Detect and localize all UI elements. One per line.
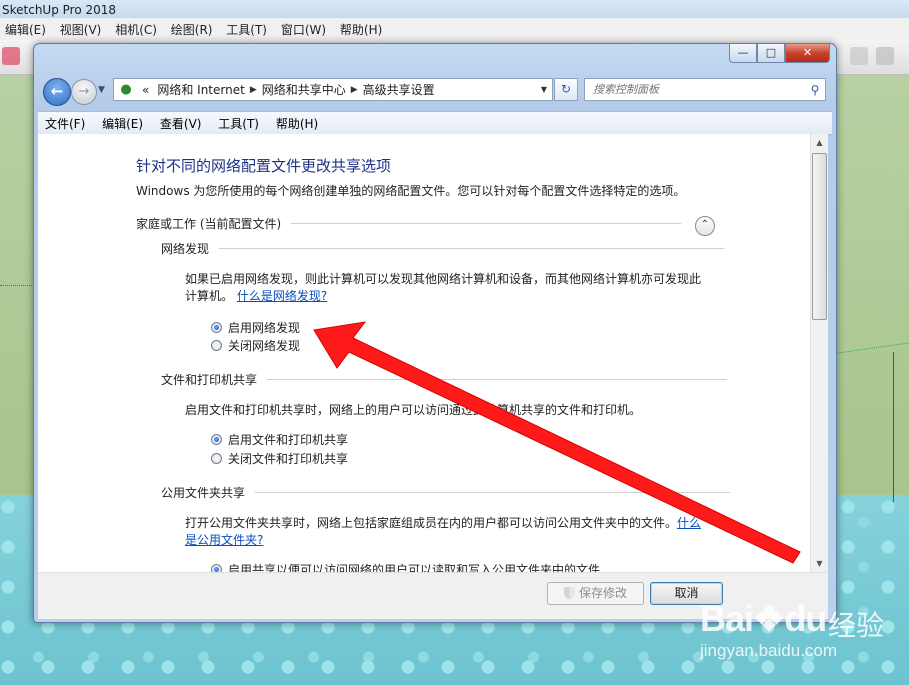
sketchup-title-bar: SketchUp Pro 2018 [0,0,909,20]
radio-label[interactable]: 启用共享以便可以访问网络的用户可以读取和写入公用文件夹中的文件 [228,561,600,572]
profile-header[interactable]: 家庭或工作 (当前配置文件) [136,215,682,232]
search-box[interactable]: ⚲ [584,78,826,101]
what-is-public-folder-link-part2[interactable]: 是公用文件夹? [185,533,263,547]
network-discovery-line2: 计算机。 什么是网络发现? [185,288,701,305]
sketchup-menu-help[interactable]: 帮助(H) [335,18,387,41]
radio-label[interactable]: 启用文件和打印机共享 [228,431,348,448]
page-description: Windows 为您所使用的每个网络创建单独的网络配置文件。您可以针对每个配置文… [136,184,686,198]
breadcrumb-separator-icon[interactable]: ▶ [350,85,359,95]
sketchup-menu-view[interactable]: 视图(V) [55,18,107,41]
radio-label[interactable]: 启用网络发现 [228,319,300,336]
radio-unselected-icon[interactable] [211,340,222,351]
sketchup-menu-tools[interactable]: 工具(T) [221,18,272,41]
breadcrumb-network-center[interactable]: 网络和共享中心 [258,81,350,98]
radio-label[interactable]: 关闭网络发现 [228,337,300,354]
pencil-icon[interactable] [2,47,20,65]
public-folder-sharing-heading: 公用文件夹共享 [161,486,246,500]
radio-unselected-icon[interactable] [211,453,222,464]
divider [219,248,725,249]
menu-file[interactable]: 文件(F) [38,112,91,132]
page-title: 针对不同的网络配置文件更改共享选项 [136,157,392,175]
breadcrumb-network-internet[interactable]: 网络和 Internet [153,81,248,98]
tool-icon[interactable] [850,47,868,65]
sketchup-menu-camera[interactable]: 相机(C) [110,18,162,41]
address-bar[interactable]: ● « 网络和 Internet ▶ 网络和共享中心 ▶ 高级共享设置 ▼ [113,78,553,101]
network-discovery-text: 如果已启用网络发现，则此计算机可以发现其他网络计算机和设备，而其他网络计算机亦可… [185,271,701,305]
sketchup-title: SketchUp Pro 2018 [2,3,117,17]
watermark-brand-bai: Bai [700,598,754,639]
paw-icon: ❖ [753,598,785,639]
what-is-network-discovery-link[interactable]: 什么是网络发现? [237,289,327,303]
baidu-jingyan-watermark: Bai❖du 经验 jingyan.baidu.com [700,598,905,683]
divider [255,492,731,493]
watermark-brand-du: du [784,598,827,639]
radio-selected-icon[interactable] [211,564,222,572]
radio-enable-public-folder-sharing[interactable]: 启用共享以便可以访问网络的用户可以读取和写入公用文件夹中的文件 [211,561,600,572]
content-pane: 针对不同的网络配置文件更改共享选项 Windows 为您所使用的每个网络创建单独… [38,134,828,572]
radio-disable-file-printer-sharing[interactable]: 关闭文件和打印机共享 [211,450,348,467]
scroll-down-icon[interactable]: ▼ [811,555,828,572]
watermark-brand-cn: 经验 [828,609,885,642]
sketchup-menu-bar: 编辑(E) 视图(V) 相机(C) 绘图(R) 工具(T) 窗口(W) 帮助(H… [0,18,909,41]
public-folder-line1: 打开公用文件夹共享时，网络上包括家庭组成员在内的用户都可以访问公用文件夹中的文件… [185,515,701,532]
network-discovery-line2-text: 计算机。 [185,289,234,303]
sketchup-menu-edit[interactable]: 编辑(E) [0,18,51,41]
menu-edit[interactable]: 编辑(E) [95,112,149,132]
breadcrumb-separator-icon[interactable]: ▶ [249,85,258,95]
divider [291,223,682,224]
minimize-button[interactable]: — [729,44,757,63]
menu-help[interactable]: 帮助(H) [269,112,324,132]
back-arrow-icon[interactable]: ← [43,78,71,106]
address-dropdown-icon[interactable]: ▼ [536,85,552,94]
profile-label: 家庭或工作 (当前配置文件) [136,217,282,231]
close-button[interactable]: ✕ [785,44,830,63]
window-controls: — □ ✕ [729,44,830,64]
watermark-url: jingyan.baidu.com [700,641,838,660]
forward-arrow-icon[interactable]: → [71,79,97,105]
save-changes-button[interactable]: 保存修改 [547,582,644,605]
watermark-brand: Bai❖du [700,598,827,640]
radio-selected-icon[interactable] [211,434,222,445]
public-folder-sharing-text: 打开公用文件夹共享时，网络上包括家庭组成员在内的用户都可以访问公用文件夹中的文件… [185,515,701,549]
radio-enable-file-printer-sharing[interactable]: 启用文件和打印机共享 [211,431,348,448]
maximize-button[interactable]: □ [757,44,785,63]
network-discovery-line1: 如果已启用网络发现，则此计算机可以发现其他网络计算机和设备，而其他网络计算机亦可… [185,272,702,286]
sketchup-menu-window[interactable]: 窗口(W) [276,18,331,41]
radio-enable-network-discovery[interactable]: 启用网络发现 [211,319,300,336]
vertical-scrollbar[interactable]: ▲ ▼ [810,134,828,572]
scroll-thumb[interactable] [812,153,827,320]
radio-label[interactable]: 关闭文件和打印机共享 [228,450,348,467]
collapse-chevron-up-icon[interactable]: ⌃ [695,216,715,236]
uac-shield-icon [563,587,575,599]
refresh-icon[interactable]: ↻ [554,78,578,101]
sketchup-menu-draw[interactable]: 绘图(R) [166,18,218,41]
scroll-up-icon[interactable]: ▲ [811,134,828,151]
advanced-sharing-window: — □ ✕ ← → ▼ ● « 网络和 Internet ▶ 网络和共享中心 ▶… [33,43,837,623]
menu-bar: 文件(F) 编辑(E) 查看(V) 工具(T) 帮助(H) [38,111,832,135]
radio-disable-network-discovery[interactable]: 关闭网络发现 [211,337,300,354]
tool-icon[interactable] [876,47,894,65]
public-folder-sharing-header: 公用文件夹共享 [161,484,731,501]
file-printer-sharing-heading: 文件和打印机共享 [161,373,258,387]
history-dropdown-icon[interactable]: ▼ [98,85,105,95]
file-printer-sharing-text: 启用文件和打印机共享时，网络上的用户可以访问通过此计算机共享的文件和打印机。 [185,403,642,417]
blue-axis [893,352,894,502]
network-globe-icon: ● [120,82,132,97]
divider [267,379,728,380]
menu-view[interactable]: 查看(V) [153,112,208,132]
search-input[interactable] [585,82,805,97]
public-folder-line1-text: 打开公用文件夹共享时，网络上包括家庭组成员在内的用户都可以访问公用文件夹中的文件… [185,516,678,530]
file-printer-sharing-header: 文件和打印机共享 [161,371,728,388]
search-icon[interactable]: ⚲ [805,83,825,97]
network-discovery-header: 网络发现 [161,240,725,257]
radio-selected-icon[interactable] [211,322,222,333]
what-is-public-folder-link-part1[interactable]: 什么 [677,516,701,530]
breadcrumb-advanced-sharing[interactable]: 高级共享设置 [359,81,439,98]
save-label: 保存修改 [578,586,627,600]
network-discovery-heading: 网络发现 [161,242,210,256]
menu-tools[interactable]: 工具(T) [211,112,265,132]
breadcrumb-overflow[interactable]: « [138,83,153,97]
